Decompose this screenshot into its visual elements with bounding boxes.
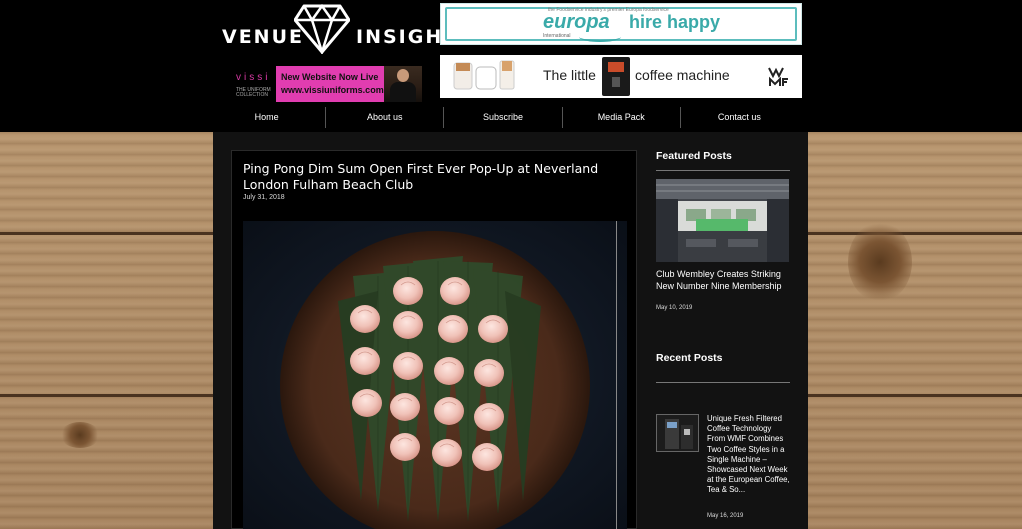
- recent-post-title[interactable]: Unique Fresh Filtered Coffee Technology …: [707, 414, 791, 496]
- chef-body: [390, 82, 416, 102]
- wood-knot: [60, 422, 100, 448]
- nav-contact-us[interactable]: Contact us: [681, 107, 798, 128]
- lounge-photo-icon: [656, 179, 789, 262]
- wmf-text-left: The little: [543, 67, 596, 83]
- europa-slogan: hire happy: [629, 12, 721, 32]
- swoosh-icon: [579, 32, 621, 42]
- coffee-machine-icon: [602, 57, 630, 96]
- sidebar: Featured Posts Club Wembley Creates Stri…: [656, 150, 792, 519]
- post-date: July 31, 2018: [243, 194, 285, 201]
- logo-word-venue: VENUE: [222, 26, 304, 48]
- chef-head: [397, 69, 409, 82]
- europa-ad-banner[interactable]: the Foodservice industry's premier Europ…: [440, 3, 802, 45]
- article-card: Ping Pong Dim Sum Open First Ever Pop-Up…: [231, 150, 637, 529]
- image-scrollbar[interactable]: [616, 221, 617, 529]
- site-header: VENUE INSIGHT the Foodservice industry's…: [0, 0, 1022, 132]
- vissi-brand: vissi: [236, 72, 271, 83]
- featured-post-date: May 10, 2019: [656, 305, 693, 311]
- post-title[interactable]: Ping Pong Dim Sum Open First Ever Pop-Up…: [243, 161, 623, 193]
- recent-post-thumbnail[interactable]: [656, 414, 699, 452]
- europa-sub: International: [543, 33, 571, 39]
- vissi-collection: THE UNIFORM COLLECTION: [236, 87, 271, 98]
- post-image[interactable]: [243, 221, 627, 529]
- diamond-icon: [294, 4, 350, 54]
- recent-post-date: May 16, 2019: [707, 513, 744, 519]
- coffee-machine-photo-icon: [657, 415, 698, 451]
- vissi-url: www.vissiuniforms.com: [281, 85, 384, 95]
- nav-about-us[interactable]: About us: [326, 107, 445, 128]
- europa-brand: europa: [543, 11, 610, 33]
- vissi-headline-box: New Website Now Live www.vissiuniforms.c…: [276, 66, 384, 102]
- vissi-headline: New Website Now Live: [281, 72, 379, 82]
- wood-knot: [848, 222, 912, 302]
- wmf-ad-banner[interactable]: The little coffee machine: [440, 55, 802, 98]
- featured-post-thumbnail[interactable]: [656, 179, 789, 262]
- featured-post-title[interactable]: Club Wembley Creates Striking New Number…: [656, 269, 790, 292]
- nav-media-pack[interactable]: Media Pack: [563, 107, 681, 128]
- featured-posts-heading: Featured Posts: [656, 150, 732, 162]
- divider: [656, 170, 790, 171]
- vissi-ad-banner[interactable]: vissi THE UNIFORM COLLECTION New Website…: [236, 66, 422, 102]
- nav-subscribe[interactable]: Subscribe: [444, 107, 563, 128]
- machine-spout: [612, 77, 620, 87]
- machine-screen: [608, 62, 624, 72]
- recent-posts-heading: Recent Posts: [656, 352, 723, 364]
- venue-insight-logo[interactable]: VENUE INSIGHT: [222, 4, 456, 54]
- wmf-text-right: coffee machine: [635, 67, 730, 83]
- divider: [656, 382, 790, 383]
- chef-photo: [384, 66, 422, 102]
- coffee-cups-icon: [453, 60, 515, 90]
- nav-home[interactable]: Home: [208, 107, 327, 128]
- dim-sum-photo-icon: [280, 231, 590, 529]
- main-nav: Home About us Subscribe Media Pack Conta…: [208, 107, 798, 128]
- wmf-logo-icon: [768, 67, 788, 86]
